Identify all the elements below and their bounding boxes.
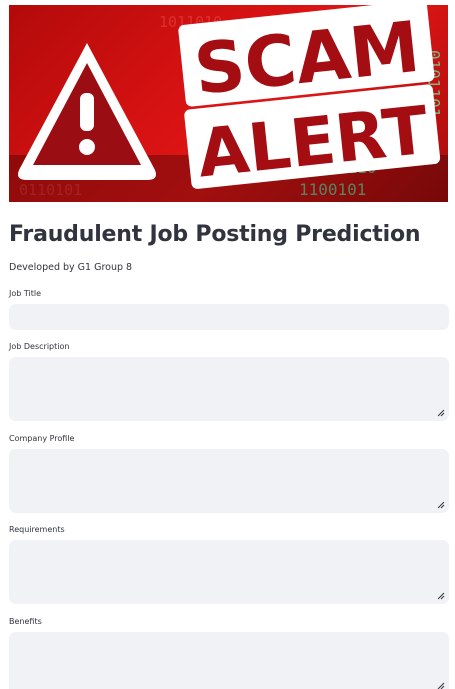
resize-handle-icon[interactable] [437, 409, 445, 417]
company-profile-textarea[interactable] [9, 449, 449, 513]
company-profile-label: Company Profile [9, 434, 75, 443]
app-page: 1011010 0110101 1010101 0010110 1100101 … [0, 0, 455, 689]
benefits-textarea[interactable] [9, 632, 449, 689]
requirements-textarea[interactable] [9, 540, 449, 604]
page-title: Fraudulent Job Posting Prediction [9, 222, 421, 247]
scam-alert-banner-image: 1011010 0110101 1010101 0010110 1100101 … [9, 5, 448, 202]
job-title-input[interactable] [9, 304, 449, 330]
resize-handle-icon[interactable] [437, 501, 445, 509]
scam-alert-illustration: 1011010 0110101 1010101 0010110 1100101 … [9, 5, 448, 202]
page-subtitle: Developed by G1 Group 8 [9, 262, 133, 273]
job-description-textarea[interactable] [9, 357, 449, 421]
requirements-label: Requirements [9, 525, 65, 534]
benefits-label: Benefits [9, 617, 42, 626]
resize-handle-icon[interactable] [437, 592, 445, 600]
resize-handle-icon[interactable] [437, 682, 445, 689]
job-description-label: Job Description [9, 342, 70, 351]
warning-triangle-icon [18, 43, 156, 180]
job-title-label: Job Title [9, 289, 42, 298]
